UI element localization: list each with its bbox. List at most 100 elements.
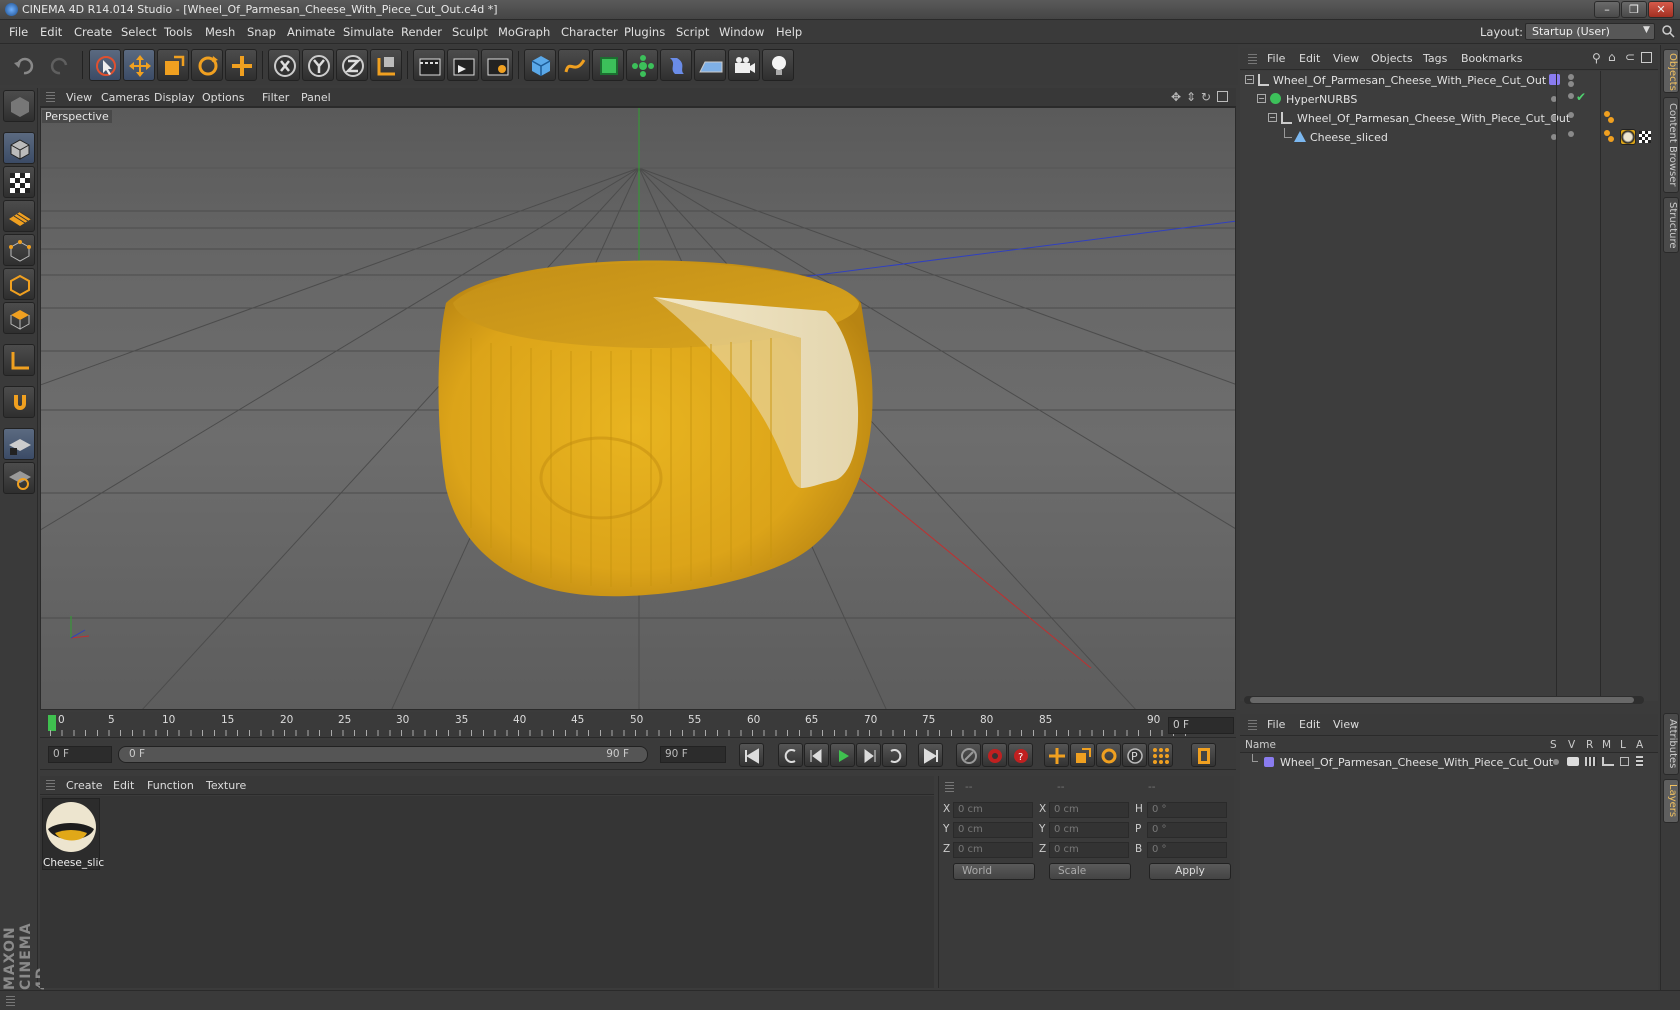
frame-range-slider[interactable]: 0 F 90 F <box>118 746 648 763</box>
material-menu-edit[interactable]: Edit <box>113 779 134 792</box>
objects-menu-edit[interactable]: Edit <box>1299 52 1320 65</box>
manager-hierarchy-icon[interactable] <box>1602 757 1614 766</box>
camera-object-button[interactable] <box>728 49 760 81</box>
material-menu-create[interactable]: Create <box>66 779 103 792</box>
add-tool-button[interactable] <box>225 49 257 81</box>
render-header[interactable]: R <box>1586 739 1593 751</box>
model-mode-button[interactable] <box>3 132 35 164</box>
end-frame-field[interactable]: 90 F <box>660 746 726 763</box>
layer-row[interactable]: Wheel_Of_Parmesan_Cheese_With_Piece_Cut_… <box>1240 754 1658 773</box>
texture-mode-button[interactable] <box>3 166 35 198</box>
snap-magnet-button[interactable] <box>3 386 35 418</box>
position-key-button[interactable] <box>1044 743 1069 767</box>
render-settings-button[interactable] <box>481 49 513 81</box>
live-selection-button[interactable] <box>89 49 121 81</box>
viewport-move-icon[interactable]: ✥ <box>1171 90 1181 104</box>
menu-plugins[interactable]: Plugins <box>624 25 665 39</box>
lock-icon[interactable] <box>1620 757 1629 766</box>
menu-character[interactable]: Character <box>561 25 618 39</box>
material-menu-texture[interactable]: Texture <box>206 779 246 792</box>
rot-p-field[interactable]: 0 ° <box>1147 822 1227 838</box>
viewport-menu-view[interactable]: View <box>66 91 92 104</box>
minimize-button[interactable]: – <box>1594 1 1620 18</box>
objects-horizontal-scrollbar[interactable] <box>1244 696 1644 704</box>
viewport-zoom-icon[interactable]: ⇕ <box>1186 90 1196 104</box>
deformer-object-button[interactable] <box>660 49 692 81</box>
maximize-button[interactable]: ❐ <box>1621 1 1647 18</box>
point-level-animation-button[interactable] <box>1148 743 1173 767</box>
menu-select[interactable]: Select <box>121 25 156 39</box>
tab-attributes[interactable]: Attributes <box>1663 713 1679 775</box>
collapse-icon[interactable]: − <box>1268 113 1277 122</box>
polygons-mode-button[interactable] <box>3 302 35 334</box>
tab-content-browser[interactable]: Content Browser <box>1663 97 1679 193</box>
menu-script[interactable]: Script <box>676 25 709 39</box>
size-x-field[interactable]: 0 cm <box>1049 802 1129 818</box>
tab-structure[interactable]: Structure <box>1663 197 1679 253</box>
menu-render[interactable]: Render <box>401 25 442 39</box>
record-keys-button[interactable] <box>956 743 981 767</box>
menu-edit[interactable]: Edit <box>40 25 62 39</box>
scale-tool-button[interactable] <box>157 49 189 81</box>
menu-animate[interactable]: Animate <box>287 25 335 39</box>
menu-window[interactable]: Window <box>719 25 764 39</box>
menu-create[interactable]: Create <box>74 25 112 39</box>
scale-key-button[interactable] <box>1070 743 1095 767</box>
viewport-menu-display[interactable]: Display <box>154 91 195 104</box>
start-frame-field[interactable]: 0 F <box>48 746 112 763</box>
workplane-mode-button[interactable] <box>3 200 35 232</box>
locked-header[interactable]: L <box>1620 739 1626 751</box>
tag-icon[interactable] <box>1604 130 1610 136</box>
eye-icon[interactable] <box>1567 757 1579 766</box>
menu-simulate[interactable]: Simulate <box>343 25 394 39</box>
layers-menu-file[interactable]: File <box>1267 718 1285 731</box>
next-frame-button[interactable] <box>856 743 881 767</box>
object-row[interactable]: − HyperNURBS ✔ <box>1240 90 1658 109</box>
pos-y-field[interactable]: 0 cm <box>953 822 1033 838</box>
size-z-field[interactable]: 0 cm <box>1049 842 1129 858</box>
objects-menu-bookmarks[interactable]: Bookmarks <box>1461 52 1522 65</box>
rot-b-field[interactable]: 0 ° <box>1147 842 1227 858</box>
objects-link-icon[interactable]: ⊂ <box>1625 50 1635 64</box>
next-keyframe-button[interactable] <box>882 743 907 767</box>
object-row[interactable]: − Wheel_Of_Parmesan_Cheese_With_Piece_Cu… <box>1240 109 1658 128</box>
animation-header[interactable]: A <box>1636 739 1643 751</box>
playhead-marker[interactable] <box>48 715 56 731</box>
layers-menu-edit[interactable]: Edit <box>1299 718 1320 731</box>
array-object-button[interactable] <box>626 49 658 81</box>
workplane-lock-button[interactable] <box>3 428 35 460</box>
z-axis-lock-button[interactable] <box>336 49 368 81</box>
viewport-rotate-icon[interactable]: ↻ <box>1201 90 1211 104</box>
object-row[interactable]: Cheese_sliced <box>1240 128 1658 147</box>
y-axis-lock-button[interactable] <box>302 49 334 81</box>
layout-select[interactable]: Startup (User) <box>1525 23 1655 40</box>
keyframe-selection-button[interactable]: ? <box>1008 743 1033 767</box>
tag-icon[interactable] <box>1604 111 1610 117</box>
x-axis-lock-button[interactable] <box>268 49 300 81</box>
redo-button[interactable] <box>44 51 74 79</box>
viewport-maximize-icon[interactable] <box>1217 91 1228 102</box>
axis-mode-button[interactable] <box>3 344 35 376</box>
nurbs-object-button[interactable] <box>592 49 624 81</box>
objects-menu-tags[interactable]: Tags <box>1423 52 1447 65</box>
autokey-button[interactable] <box>982 743 1007 767</box>
parameter-key-button[interactable]: P <box>1122 743 1147 767</box>
collapse-icon[interactable]: − <box>1245 75 1254 84</box>
points-mode-button[interactable] <box>3 234 35 266</box>
menu-snap[interactable]: Snap <box>247 25 276 39</box>
menu-file[interactable]: File <box>9 25 28 39</box>
tag-icon[interactable] <box>1608 117 1614 123</box>
material-menu-function[interactable]: Function <box>147 779 194 792</box>
viewport-menu-filter[interactable]: Filter <box>262 91 289 104</box>
texture-tag-icon[interactable] <box>1639 131 1651 143</box>
menu-mesh[interactable]: Mesh <box>205 25 235 39</box>
viewport-menu-options[interactable]: Options <box>202 91 244 104</box>
current-frame-field[interactable]: 0 F <box>1168 717 1234 734</box>
edges-mode-button[interactable] <box>3 268 35 300</box>
light-object-button[interactable] <box>762 49 794 81</box>
viewport-menu-cameras[interactable]: Cameras <box>101 91 150 104</box>
rotation-key-button[interactable] <box>1096 743 1121 767</box>
make-editable-button[interactable] <box>3 90 35 122</box>
previous-frame-button[interactable] <box>804 743 829 767</box>
apply-button[interactable]: Apply <box>1149 863 1231 880</box>
